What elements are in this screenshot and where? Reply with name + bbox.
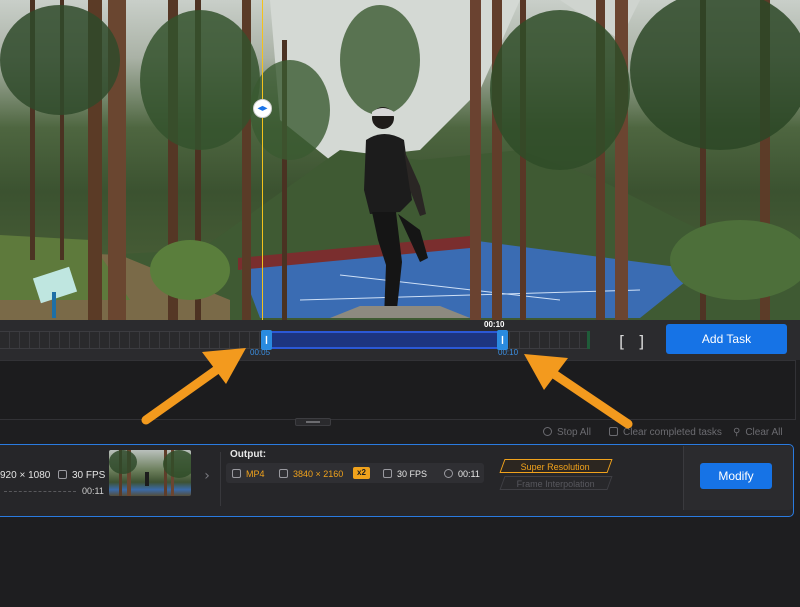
output-resolution: 3840 × 2160 bbox=[293, 469, 344, 479]
set-in-point-button[interactable]: [ bbox=[619, 332, 625, 351]
stop-all-button[interactable]: Stop All bbox=[543, 427, 591, 438]
output-format: MP4 bbox=[246, 469, 265, 479]
fps-icon bbox=[58, 470, 67, 479]
queue-panel bbox=[0, 360, 796, 420]
selection-end-time-label: 00:10 bbox=[484, 320, 505, 329]
stop-circle-icon bbox=[543, 427, 552, 436]
super-resolution-option[interactable]: Super Resolution bbox=[499, 459, 613, 473]
modify-button[interactable]: Modify bbox=[700, 463, 772, 489]
trim-end-time: 00:10 bbox=[498, 348, 519, 357]
output-fps: 30 FPS bbox=[397, 469, 428, 479]
output-label: Output: bbox=[230, 449, 267, 460]
trim-start-time: 00:05 bbox=[250, 348, 271, 357]
timeline: 00:10 ❙ ❙ 00:05 00:10 [ ] Add Task bbox=[0, 320, 800, 360]
card-separator bbox=[220, 452, 221, 506]
output-duration: 00:11 bbox=[458, 469, 480, 479]
frame-interpolation-option[interactable]: Frame Interpolation bbox=[499, 476, 613, 490]
playhead-line[interactable] bbox=[262, 0, 263, 320]
set-out-point-button[interactable]: ] bbox=[638, 332, 644, 351]
clear-completed-label: Clear completed tasks bbox=[623, 427, 722, 438]
clear-all-label: Clear All bbox=[745, 427, 783, 438]
input-divider bbox=[4, 491, 76, 492]
clear-completed-toggle[interactable]: Clear completed tasks bbox=[609, 427, 722, 438]
resolution-icon bbox=[279, 469, 288, 478]
checkbox-icon bbox=[609, 427, 618, 436]
clear-all-button[interactable]: ⚲ Clear All bbox=[733, 427, 783, 438]
input-fps: 30 FPS bbox=[58, 470, 105, 481]
chevron-right-icon: › bbox=[204, 468, 210, 484]
trim-end-handle[interactable]: ❙ bbox=[497, 330, 508, 350]
scale-badge: x2 bbox=[353, 467, 370, 479]
split-arrows-icon[interactable]: ◂▸ bbox=[253, 99, 272, 118]
video-thumbnail bbox=[109, 450, 191, 496]
fps-icon bbox=[383, 469, 392, 478]
stop-all-label: Stop All bbox=[557, 427, 591, 438]
add-task-button[interactable]: Add Task bbox=[666, 324, 787, 354]
trim-start-handle[interactable]: ❙ bbox=[261, 330, 272, 350]
format-icon bbox=[232, 469, 241, 478]
video-preview: ◂▸ bbox=[0, 0, 800, 320]
trim-selection[interactable] bbox=[266, 331, 502, 349]
splitter-grip-icon bbox=[306, 421, 320, 423]
thumbnail-scene-image bbox=[109, 450, 191, 496]
forest-scene-image bbox=[0, 0, 800, 320]
timeline-track-end bbox=[587, 331, 590, 349]
app-window: ◂▸ 00:10 ❙ ❙ 00:05 00:10 [ ] Add Task St… bbox=[0, 0, 800, 607]
clock-icon bbox=[444, 469, 453, 478]
input-resolution: 920 × 1080 bbox=[0, 470, 51, 481]
input-fps-label: 30 FPS bbox=[72, 470, 106, 481]
super-resolution-label: Super Resolution bbox=[521, 462, 591, 472]
frame-interpolation-label: Frame Interpolation bbox=[516, 479, 595, 489]
empty-area bbox=[0, 520, 800, 607]
broom-icon: ⚲ bbox=[733, 427, 741, 438]
input-duration: 00:11 bbox=[82, 486, 104, 496]
